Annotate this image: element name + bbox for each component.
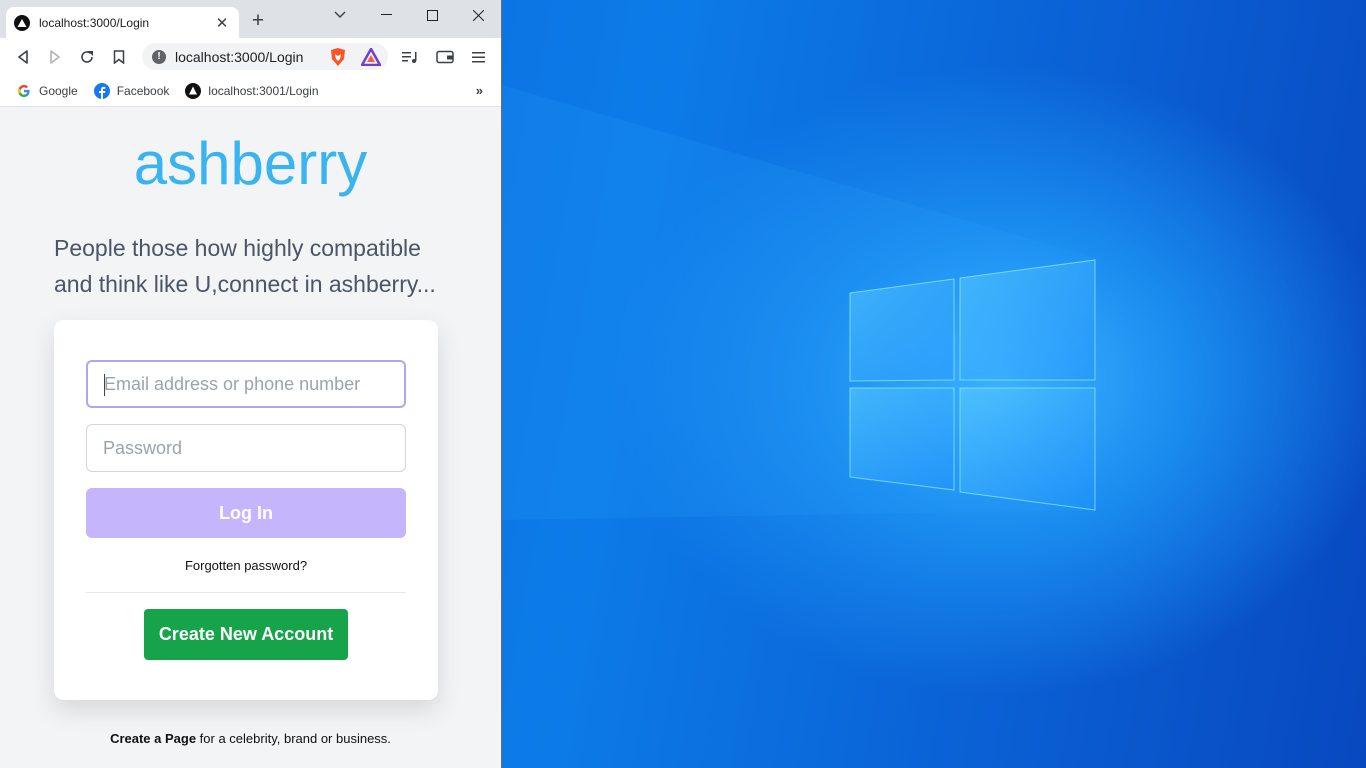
create-account-button[interactable]: Create New Account — [144, 609, 348, 660]
wallet-icon[interactable] — [433, 45, 457, 69]
bookmark-google[interactable]: Google — [16, 83, 78, 99]
bookmark-facebook[interactable]: Facebook — [93, 83, 170, 99]
brand-logo: ashberry — [133, 130, 368, 197]
browser-window: localhost:3000/Login ✕ + ! localhost:300… — [0, 0, 502, 768]
back-icon[interactable] — [11, 45, 35, 69]
google-icon — [16, 83, 32, 99]
email-field[interactable] — [86, 360, 406, 408]
footer-text: for a celebrity, brand or business. — [196, 731, 391, 746]
reload-icon[interactable] — [75, 45, 99, 69]
browser-tab[interactable]: localhost:3000/Login ✕ — [6, 7, 239, 38]
brave-rewards-icon[interactable] — [359, 45, 383, 69]
login-button[interactable]: Log In — [86, 488, 406, 538]
password-field[interactable] — [86, 424, 406, 472]
maximize-icon[interactable] — [409, 0, 455, 30]
tagline: People those how highly compatible and t… — [54, 235, 436, 297]
text-caret — [104, 374, 105, 396]
bookmarks-overflow-icon[interactable]: » — [476, 83, 483, 98]
close-window-icon[interactable] — [455, 0, 501, 30]
address-bar[interactable]: ! localhost:3000/Login — [142, 43, 388, 70]
forward-icon[interactable] — [43, 45, 67, 69]
tab-search-chevron-icon[interactable] — [317, 0, 363, 30]
tab-title: localhost:3000/Login — [39, 15, 150, 30]
tab-close-icon[interactable]: ✕ — [213, 14, 231, 32]
address-url[interactable]: localhost:3000/Login — [175, 49, 388, 65]
login-page: ashberry People those how highly compati… — [0, 107, 501, 768]
bookmarks-bar: Google Facebook localhost:3001/Login » — [0, 76, 501, 107]
menu-icon[interactable] — [467, 45, 491, 69]
forgot-password-link[interactable]: Forgotten password? — [54, 558, 438, 573]
divider — [86, 592, 406, 593]
site-icon — [185, 83, 202, 99]
browser-toolbar: ! localhost:3000/Login — [0, 38, 501, 76]
bookmark-label: Google — [39, 84, 78, 98]
login-card: Log In Forgotten password? Create New Ac… — [54, 320, 438, 700]
tab-strip: localhost:3000/Login ✕ + — [0, 0, 501, 38]
brave-shields-icon[interactable] — [326, 45, 350, 69]
bookmark-label: Facebook — [116, 84, 170, 98]
bookmark-icon[interactable] — [107, 45, 131, 69]
new-tab-button[interactable]: + — [247, 10, 269, 33]
bookmark-localhost[interactable]: localhost:3001/Login — [185, 83, 319, 99]
bookmark-label: localhost:3001/Login — [208, 84, 319, 98]
facebook-icon — [93, 83, 110, 99]
site-info-icon[interactable]: ! — [152, 49, 166, 64]
footer-note: Create a Page for a celebrity, brand or … — [0, 731, 501, 746]
minimize-icon[interactable] — [363, 0, 409, 30]
media-playlist-icon[interactable] — [398, 45, 422, 69]
site-favicon-icon — [14, 14, 30, 31]
create-page-link[interactable]: Create a Page — [110, 731, 196, 746]
